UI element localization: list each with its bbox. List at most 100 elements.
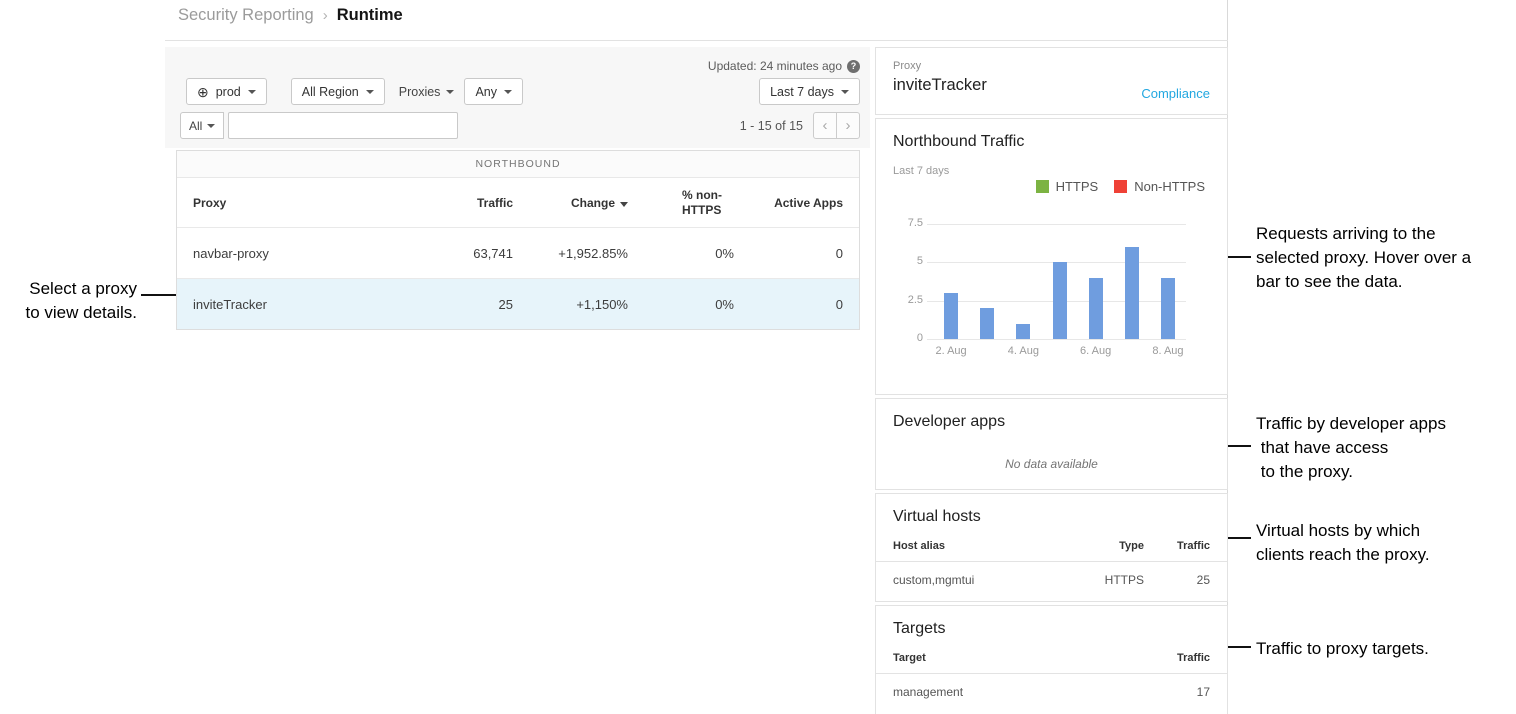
chart-bar[interactable]	[1016, 324, 1030, 339]
column-header-proxy[interactable]: Proxy	[177, 196, 413, 210]
any-dropdown-label: Any	[475, 85, 497, 99]
column-header-host-alias: Host alias	[893, 540, 1064, 552]
search-input[interactable]	[228, 112, 458, 139]
date-range-label: Last 7 days	[770, 85, 834, 99]
annotation-select-proxy: Select a proxy to view details.	[0, 277, 137, 325]
targets-header-row: Target Traffic	[876, 652, 1227, 674]
chart-bar[interactable]	[1161, 278, 1175, 339]
proxy-table: NORTHBOUND Proxy Traffic Change % non-HT…	[176, 150, 860, 330]
cell-proxy: navbar-proxy	[177, 246, 413, 261]
caret-down-icon	[446, 90, 454, 94]
environment-dropdown[interactable]: ⊕ prod	[186, 78, 267, 105]
targets-title: Targets	[876, 620, 1227, 638]
cell-change: +1,150%	[513, 297, 628, 312]
cell-traffic: 25	[1144, 573, 1210, 587]
proxies-dropdown[interactable]: Proxies	[399, 85, 455, 99]
northbound-subtitle: Last 7 days	[893, 165, 949, 177]
region-dropdown[interactable]: All Region	[291, 78, 385, 105]
chart-bar[interactable]	[1053, 262, 1067, 339]
cell-change: +1,952.85%	[513, 246, 628, 261]
chart-legend: HTTPS Non-HTTPS	[1036, 179, 1205, 194]
annotation-developer-apps-note: Traffic by developer apps that have acce…	[1256, 412, 1516, 484]
chart-ytick-label: 7.5	[881, 217, 923, 229]
target-row[interactable]: management 17	[876, 674, 1227, 710]
column-header-traffic: Traffic	[1144, 540, 1210, 552]
header-divider	[165, 40, 1228, 41]
pagination-range: 1 - 15 of 15	[740, 119, 803, 133]
chart-gridline	[927, 224, 1186, 225]
column-header-non-https[interactable]: % non-HTTPS	[628, 188, 734, 218]
environment-dropdown-label: prod	[216, 85, 241, 99]
caret-down-icon	[841, 90, 849, 94]
northbound-traffic-card: Northbound Traffic Last 7 days HTTPS Non-…	[875, 118, 1228, 395]
cell-traffic: 25	[413, 297, 513, 312]
developer-apps-card: Developer apps No data available	[875, 398, 1228, 490]
filters-row: ⊕ prod All Region Proxies Any	[186, 78, 523, 105]
chart-bar[interactable]	[1125, 247, 1139, 339]
page-title: Runtime	[337, 6, 403, 25]
table-row-navbar-proxy[interactable]: navbar-proxy 63,741 +1,952.85% 0% 0	[177, 227, 859, 278]
proxies-dropdown-label: Proxies	[399, 85, 441, 99]
column-header-traffic[interactable]: Traffic	[413, 196, 513, 210]
chart-bar[interactable]	[944, 293, 958, 339]
legend-item: Non-HTTPS	[1114, 179, 1205, 194]
annotation-virtual-hosts-note: Virtual hosts by which clients reach the…	[1256, 519, 1516, 567]
cell-type: HTTPS	[1064, 573, 1144, 587]
breadcrumb-parent[interactable]: Security Reporting	[178, 6, 314, 25]
cell-host-alias: custom,mgmtui	[893, 573, 1064, 587]
compliance-link[interactable]: Compliance	[1141, 86, 1210, 101]
chart-gridline	[927, 339, 1186, 340]
table-group-header: NORTHBOUND	[177, 151, 859, 178]
virtual-hosts-card: Virtual hosts Host alias Type Traffic cu…	[875, 493, 1228, 602]
annotation-targets-note: Traffic to proxy targets.	[1256, 637, 1516, 661]
search-scope-dropdown[interactable]: All	[180, 112, 224, 139]
cell-traffic: 63,741	[413, 246, 513, 261]
chart-bar[interactable]	[980, 308, 994, 339]
column-header-change-label: Change	[571, 196, 615, 210]
cell-proxy: inviteTracker	[177, 297, 413, 312]
caret-down-icon	[207, 124, 215, 128]
breadcrumb: Security Reporting › Runtime	[178, 6, 403, 25]
chart-xtick-label: 6. Aug	[1080, 345, 1111, 357]
any-dropdown[interactable]: Any	[464, 78, 523, 105]
chart-bar[interactable]	[1089, 278, 1103, 339]
legend-item: HTTPS	[1036, 179, 1099, 194]
next-page-icon[interactable]: ›	[836, 112, 860, 139]
legend-swatch	[1114, 180, 1127, 193]
targets-card: Targets Target Traffic management 17	[875, 605, 1228, 714]
caret-down-icon	[504, 90, 512, 94]
column-header-non-https-label: % non-HTTPS	[682, 188, 734, 218]
breadcrumb-separator-icon: ›	[323, 7, 328, 24]
date-range-dropdown[interactable]: Last 7 days	[759, 78, 860, 105]
virtual-host-row[interactable]: custom,mgmtui HTTPS 25	[876, 562, 1227, 598]
chart-ytick-label: 2.5	[881, 294, 923, 306]
virtual-hosts-title: Virtual hosts	[876, 508, 1227, 526]
column-header-type: Type	[1064, 540, 1144, 552]
table-row-invitetracker[interactable]: inviteTracker 25 +1,150% 0% 0	[177, 278, 859, 329]
column-header-traffic: Traffic	[1144, 652, 1210, 664]
chart-xtick-label: 2. Aug	[935, 345, 966, 357]
region-dropdown-label: All Region	[302, 85, 359, 99]
northbound-title: Northbound Traffic	[893, 133, 1024, 151]
caret-down-icon	[248, 90, 256, 94]
virtual-hosts-header-row: Host alias Type Traffic	[876, 540, 1227, 562]
column-header-change[interactable]: Change	[513, 196, 628, 210]
cell-active-apps: 0	[734, 297, 859, 312]
previous-page-icon[interactable]: ‹	[813, 112, 837, 139]
chart-xtick-label: 8. Aug	[1152, 345, 1183, 357]
cell-active-apps: 0	[734, 246, 859, 261]
chart-xtick-label: 4. Aug	[1008, 345, 1039, 357]
sort-descending-icon	[620, 202, 628, 207]
chart-ytick-label: 5	[881, 255, 923, 267]
table-header-row: Proxy Traffic Change % non-HTTPS Active …	[177, 178, 859, 227]
annotation-chart-note: Requests arriving to the selected proxy.…	[1256, 222, 1516, 294]
caret-down-icon	[366, 90, 374, 94]
cell-traffic: 17	[1144, 685, 1210, 699]
globe-icon: ⊕	[197, 85, 209, 99]
developer-apps-title: Developer apps	[893, 413, 1005, 431]
cell-non-https: 0%	[628, 297, 734, 312]
updated-text: Updated: 24 minutes ago	[708, 59, 842, 73]
page: Select a proxy to view details. Requests…	[0, 0, 1516, 714]
help-icon[interactable]: ?	[847, 60, 860, 73]
column-header-active-apps[interactable]: Active Apps	[734, 196, 859, 210]
